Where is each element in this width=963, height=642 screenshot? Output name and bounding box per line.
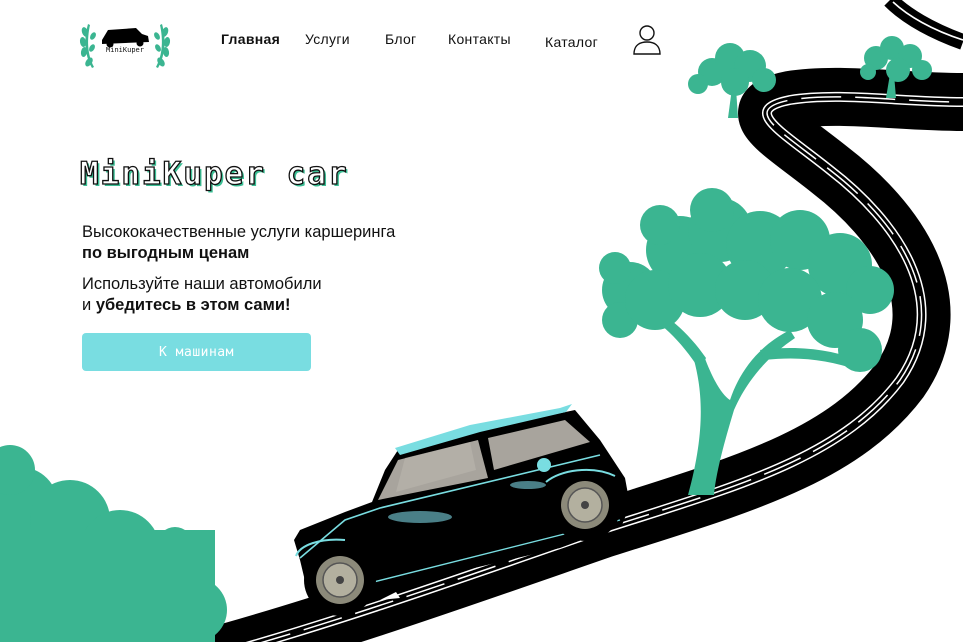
hero-lead-1-line-2: по выгодным ценам [82,244,250,262]
nav-item-catalog[interactable]: Каталог [545,34,598,50]
hero-lead-2: Используйте наши автомобили и убедитесь … [82,274,322,316]
logo-text: MiniKuper [106,46,144,54]
to-cars-button[interactable]: К машинам [82,333,311,371]
nav-item-home[interactable]: Главная [221,31,280,47]
hero-lead-1-line-1: Высококачественные услуги каршеринга [82,223,396,241]
user-icon[interactable] [632,24,662,56]
nav-item-contacts[interactable]: Контакты [448,31,511,47]
hero-lead-2-prefix: и [82,296,96,314]
nav-item-services[interactable]: Услуги [305,31,350,47]
hero-lead-1: Высококачественные услуги каршеринга по … [82,222,395,264]
bush-bottom-left [0,445,227,642]
hero-illustration [0,0,963,642]
hero-lead-2-line-1: Используйте наши автомобили [82,275,322,293]
nav-item-blog[interactable]: Блог [385,31,416,47]
hero-lead-2-emphasis: убедитесь в этом сами! [95,296,291,314]
hero-title: MiniKuper car [79,155,349,192]
